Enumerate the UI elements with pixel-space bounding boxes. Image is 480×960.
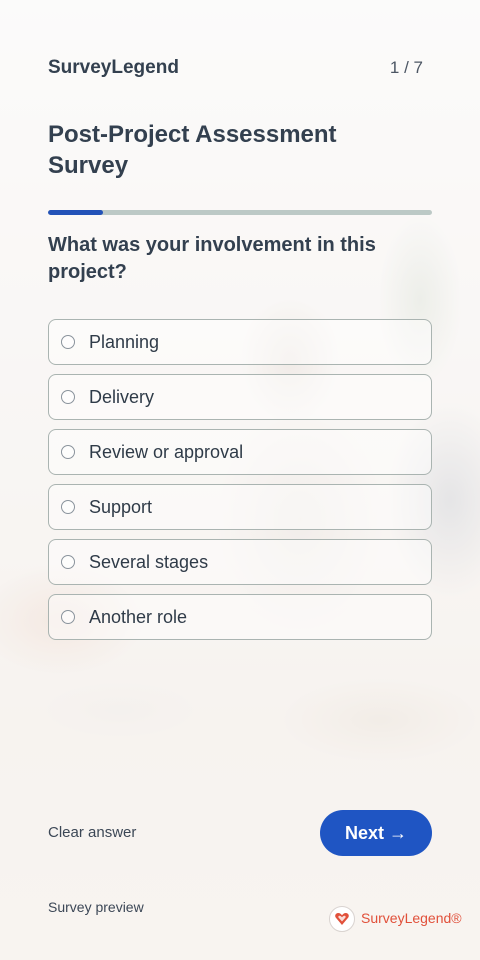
option-label: Planning xyxy=(89,332,160,352)
option-planning[interactable]: Planning xyxy=(48,319,432,365)
radio-button[interactable] xyxy=(61,500,75,514)
next-button[interactable]: Next → xyxy=(320,810,432,856)
option-another-role[interactable]: Another role xyxy=(48,594,432,640)
radio-button[interactable] xyxy=(61,335,75,349)
survey-page: SurveyLegend 1 / 7 Post-Project Assessme… xyxy=(0,0,480,960)
brand-name: SurveyLegend xyxy=(48,57,179,78)
progress-bar-fill xyxy=(48,210,103,215)
progress-bar xyxy=(48,210,432,215)
logo-text: SurveyLegend® xyxy=(361,910,462,926)
option-label: Support xyxy=(89,497,153,517)
surveylegend-logo[interactable]: SurveyLegend® xyxy=(329,906,462,932)
option-label: Another role xyxy=(89,607,188,627)
option-label: Several stages xyxy=(89,552,209,572)
option-label: Delivery xyxy=(89,387,155,407)
survey-preview-label: Survey preview xyxy=(48,899,144,915)
radio-button[interactable] xyxy=(61,610,75,624)
survey-header: SurveyLegend 1 / 7 xyxy=(48,57,432,79)
radio-button[interactable] xyxy=(61,445,75,459)
clear-answer-link[interactable]: Clear answer xyxy=(48,824,136,841)
option-several-stages[interactable]: Several stages xyxy=(48,539,432,585)
option-review-or-approval[interactable]: Review or approval xyxy=(48,429,432,475)
radio-button[interactable] xyxy=(61,390,75,404)
option-delivery[interactable]: Delivery xyxy=(48,374,432,420)
page-counter: 1 / 7 xyxy=(389,58,423,77)
heart-shield-icon xyxy=(329,906,355,932)
survey-title: Post-Project Assessment Survey xyxy=(48,121,337,179)
question-text: What was your involvement in this projec… xyxy=(48,234,376,283)
radio-button[interactable] xyxy=(61,555,75,569)
option-label: Review or approval xyxy=(89,442,244,462)
option-support[interactable]: Support xyxy=(48,484,432,530)
answer-options: Planning Delivery Review or approval Sup… xyxy=(48,319,432,649)
